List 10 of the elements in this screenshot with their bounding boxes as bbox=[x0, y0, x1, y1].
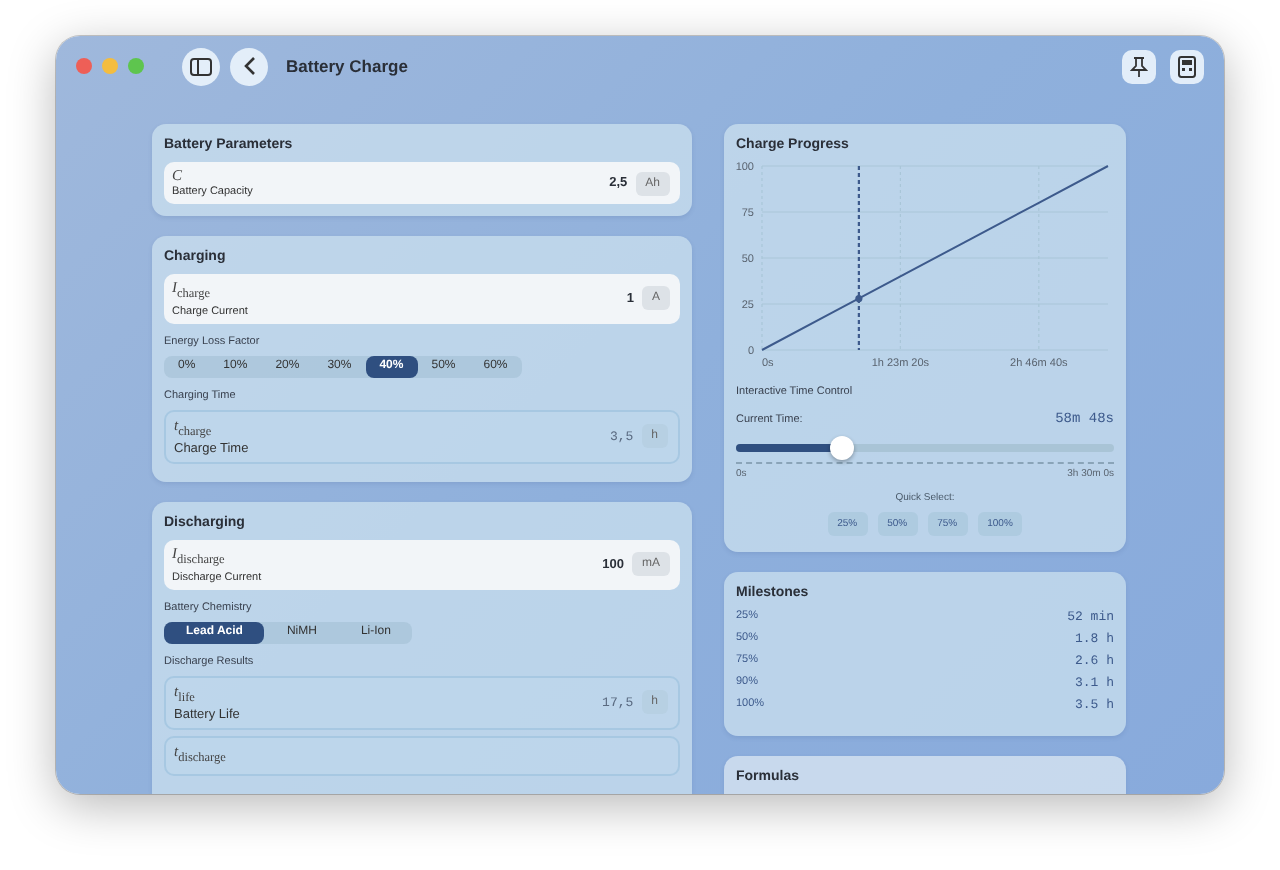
pin-button[interactable] bbox=[1122, 49, 1156, 83]
back-icon bbox=[243, 56, 255, 76]
calculator-button[interactable] bbox=[1170, 49, 1204, 83]
calculator-icon bbox=[1178, 55, 1196, 77]
sidebar-toggle-button[interactable] bbox=[182, 47, 220, 85]
pin-icon bbox=[1130, 55, 1148, 77]
back-button[interactable] bbox=[230, 47, 268, 85]
window-title: Battery Charge bbox=[286, 56, 408, 76]
slider-thumb[interactable] bbox=[829, 436, 854, 460]
sidebar-icon bbox=[190, 57, 212, 75]
